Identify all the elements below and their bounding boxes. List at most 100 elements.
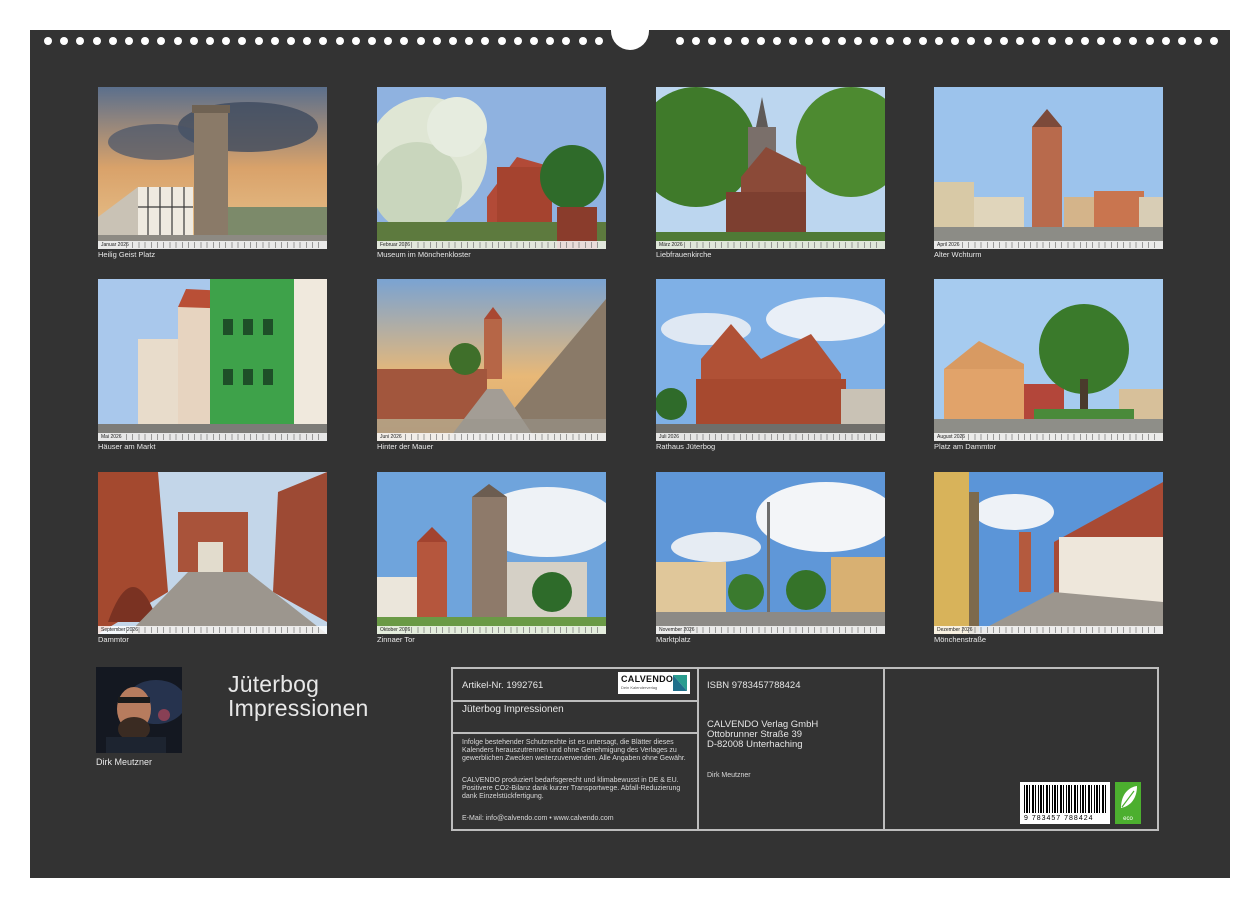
calendar-month: Mai 2026 [101,434,122,440]
photo-caption: Alter Wchturm [934,250,982,259]
binding-hole [206,37,214,45]
binding-hole [157,37,166,45]
binding-hole [578,37,587,45]
binding-hole [351,37,360,45]
binding-hole [870,37,879,45]
photo-tile: November 2026 [656,472,885,634]
calendar-title: Jüterbog Impressionen [228,672,368,720]
photo-caption: Platz am Dammtor [934,442,997,451]
photo-haeuser-am-markt [98,279,327,441]
binding-hole [740,37,749,45]
binding-hole [76,37,85,45]
binding-hole [92,37,101,45]
binding-hole [1032,37,1041,45]
binding-hole [756,37,765,45]
binding-hole [1064,37,1073,45]
photo-tile: April 2026 [934,87,1163,249]
calendar-title-line2: Impressionen [228,695,369,721]
binding-hole [44,37,52,45]
photo-caption: Museum im Mönchenkloster [377,250,471,259]
calendar-strip: September 2026 [98,626,327,634]
binding-hole [886,37,895,45]
photo-rathaus-jueterbog [656,279,885,441]
binding-hole [1113,37,1122,45]
binding-hole [821,37,830,45]
calendar-strip: August 2026 [934,433,1163,441]
binding-hole [724,37,733,45]
author-portrait [96,667,182,753]
binding-hole [837,37,846,45]
binding-hole [513,37,522,45]
photo-tile: März 2026 [656,87,885,249]
photo-museum-im-moenchenkloster [377,87,606,249]
photo-caption: Mönchenstraße [934,635,987,644]
calendar-strip: Juli 2026 [656,433,885,441]
binding-hole [999,37,1008,45]
isbn-barcode: 9 783457 788424 [1020,782,1110,824]
photo-tile: Januar 2026 [98,87,327,249]
calendar-strip: April 2026 [934,241,1163,249]
climate-notice: CALVENDO produziert bedarfsgerecht und k… [462,777,681,800]
photo-tile: Dezember 2026 [934,472,1163,634]
photo-caption: Dammtor [98,635,129,644]
calendar-back-sheet: Januar 2026 Heilig Geist Platz Februar 2… [30,24,1230,878]
binding-hole [287,37,295,45]
photo-caption: Marktplatz [656,635,691,644]
binding-hole [141,37,150,45]
calendar-strip: März 2026 [656,241,885,249]
binding-hole [319,37,328,45]
binding-hole [368,37,376,45]
photo-caption: Liebfrauenkirche [656,250,712,259]
binding-hole [335,37,344,45]
binding-hole [773,37,781,45]
binding-hole [546,37,555,45]
publisher-address: CALVENDO Verlag GmbH Ottobrunner Straße … [707,720,818,750]
isbn: ISBN 9783457788424 [707,680,801,691]
binding-hole [481,37,490,45]
binding-hole [60,37,69,45]
binding-hole [805,37,814,45]
photo-tile: Februar 2026 [377,87,606,249]
barcode-number: 9 783457 788424 [1024,815,1094,822]
author-name: Dirk Meutzner [96,757,153,767]
binding-hole [692,37,700,45]
binding-hole [594,37,603,45]
binding-hole [1016,37,1024,45]
calendar-month: März 2026 [659,242,683,248]
photo-caption: Zinnaer Tor [377,635,415,644]
calendar-strip: November 2026 [656,626,885,634]
binding-hole [1097,37,1105,45]
photo-tile: Juni 2026 [377,279,606,441]
binding-hole [254,37,263,45]
photo-tile: Mai 2026 [98,279,327,441]
binding-hole [918,37,927,45]
binding-hole [189,37,198,45]
photo-tile: Oktober 2026 [377,472,606,634]
binding-hole [1145,37,1154,45]
binding-hole [1178,37,1186,45]
binding-hole [384,37,393,45]
binding-hole [465,37,474,45]
photo-zinnaer-tor [377,472,606,634]
legal-notice: Infolge bestehender Schutzrechte ist es … [462,739,686,762]
binding-hole [416,37,425,45]
binding-hole [400,37,409,45]
binding-hole [497,37,506,45]
binding-hole [983,37,992,45]
article-number: Artikel-Nr. 1992761 [462,680,544,691]
binding-hole [1080,37,1089,45]
binding-hole [708,37,717,45]
binding-hole [449,37,457,45]
binding-hole [935,37,943,45]
calendar-strip: Januar 2026 [98,241,327,249]
binding-hole [789,37,798,45]
publisher-city: D-82008 Unterhaching [707,739,803,750]
author-credit: Dirk Meutzner [707,772,751,779]
calendar-strip: Dezember 2026 [934,626,1163,634]
binding-hole [951,37,960,45]
photo-dammtor [98,472,327,634]
calendar-strip: Oktober 2026 [377,626,606,634]
binding-hole [125,37,133,45]
photo-heilig-geist-platz [98,87,327,249]
photo-alter-wchturm [934,87,1163,249]
